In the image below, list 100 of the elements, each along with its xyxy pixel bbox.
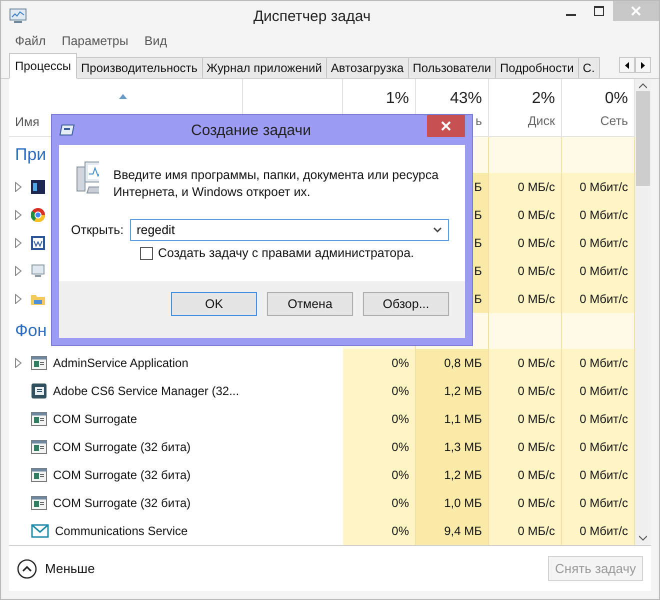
fewer-details-button[interactable]: Меньше bbox=[17, 558, 95, 578]
window-title: Диспетчер задач bbox=[252, 8, 372, 24]
table-cell: 0 МБ/с bbox=[489, 173, 562, 201]
close-icon bbox=[631, 6, 641, 16]
table-cell: 0% bbox=[343, 489, 416, 517]
table-cell: 0 МБ/с bbox=[489, 229, 562, 257]
window-icon bbox=[31, 440, 47, 454]
chevron-up-icon[interactable] bbox=[639, 83, 647, 89]
table-cell: 0 МБ/с bbox=[489, 489, 562, 517]
column-header[interactable]: Сеть bbox=[600, 114, 628, 128]
column-header[interactable]: Имя bbox=[15, 115, 40, 129]
table-cell: 0 МБ/с bbox=[489, 349, 562, 377]
scrollbar-thumb[interactable] bbox=[636, 91, 650, 186]
close-button[interactable] bbox=[427, 115, 465, 137]
scroll-left-button[interactable] bbox=[619, 57, 635, 73]
tab[interactable]: Процессы bbox=[9, 53, 78, 79]
column-percent: 1% bbox=[386, 90, 409, 108]
process-name: COM Surrogate (32 бита) bbox=[53, 496, 191, 510]
column-percent: 0% bbox=[604, 90, 628, 108]
table-cell: 0 МБ/с bbox=[489, 461, 562, 489]
tab[interactable]: Подробности bbox=[495, 57, 579, 78]
expand-arrow-icon[interactable] bbox=[15, 210, 22, 220]
table-cell: 9,4 МБ bbox=[416, 517, 489, 545]
process-name: COM Surrogate (32 бита) bbox=[53, 440, 191, 454]
menu-item[interactable]: Вид bbox=[144, 34, 167, 53]
table-cell: 0% bbox=[343, 517, 416, 545]
process-name: AdminService Application bbox=[53, 356, 188, 370]
app-icon bbox=[9, 8, 27, 24]
table-cell: 0 МБ/с bbox=[489, 201, 562, 229]
minimize-icon bbox=[566, 14, 576, 16]
chevron-down-icon[interactable] bbox=[639, 535, 647, 541]
table-cell: 0 Мбит/с bbox=[562, 257, 635, 285]
table-cell: 0 Мбит/с bbox=[562, 461, 635, 489]
document-icon bbox=[31, 236, 45, 250]
table-cell: 0 МБ/с bbox=[489, 405, 562, 433]
checkbox-label: Создать задачу с правами администратора. bbox=[158, 246, 414, 260]
table-cell: 0 Мбит/с bbox=[562, 405, 635, 433]
table-cell: 1,2 МБ bbox=[416, 377, 489, 405]
menu-item[interactable]: Файл bbox=[15, 34, 46, 53]
dialog-button[interactable]: Обзор... bbox=[363, 292, 449, 316]
window-icon bbox=[31, 412, 47, 426]
window-icon bbox=[31, 468, 47, 482]
process-name: COM Surrogate (32 бита) bbox=[53, 468, 191, 482]
envelope-icon bbox=[31, 524, 49, 538]
expand-arrow-icon[interactable] bbox=[15, 266, 22, 276]
column-header[interactable]: Диск bbox=[528, 114, 555, 128]
checkbox[interactable] bbox=[140, 246, 153, 260]
process-name: COM Surrogate bbox=[53, 412, 138, 426]
table-cell: 0 Мбит/с bbox=[562, 285, 635, 313]
caret-right-icon bbox=[641, 62, 645, 68]
table-cell: 0% bbox=[343, 405, 416, 433]
field-label: Открыть: bbox=[71, 223, 124, 237]
column-header[interactable]: ь bbox=[475, 114, 482, 128]
table-cell: 0 Мбит/с bbox=[562, 489, 635, 517]
tab[interactable]: Производительность bbox=[76, 57, 202, 78]
window-icon bbox=[31, 383, 47, 399]
run-icon bbox=[59, 124, 75, 136]
table-cell: 0% bbox=[343, 349, 416, 377]
table-cell: 0 МБ/с bbox=[489, 377, 562, 405]
dialog-button[interactable]: Отмена bbox=[267, 292, 353, 316]
chevron-up-circle-icon bbox=[17, 558, 37, 578]
table-cell: 0 Мбит/с bbox=[562, 201, 635, 229]
table-cell: 0 МБ/с bbox=[489, 285, 562, 313]
process-name: Communications Service bbox=[55, 524, 188, 538]
tab[interactable]: Пользователи bbox=[408, 57, 496, 78]
table-cell: 0 МБ/с bbox=[489, 517, 562, 545]
table-cell: 0 Мбит/с bbox=[562, 229, 635, 257]
table-cell: 0 Мбит/с bbox=[562, 349, 635, 377]
table-cell: 1,0 МБ bbox=[416, 489, 489, 517]
tab[interactable]: Автозагрузка bbox=[326, 57, 409, 78]
table-cell: 0% bbox=[343, 461, 416, 489]
app-icon bbox=[31, 180, 45, 194]
scroll-right-button[interactable] bbox=[635, 57, 651, 73]
table-cell: 0 Мбит/с bbox=[562, 173, 635, 201]
expand-arrow-icon[interactable] bbox=[15, 182, 22, 192]
process-name: Adobe CS6 Service Manager (32... bbox=[53, 384, 240, 398]
table-cell: 0 МБ/с bbox=[489, 433, 562, 461]
table-cell: 1,2 МБ bbox=[416, 461, 489, 489]
tab[interactable]: Журнал приложений bbox=[202, 57, 327, 78]
browser-icon bbox=[31, 208, 45, 222]
tab[interactable]: С. bbox=[578, 57, 600, 78]
menu-item[interactable]: Параметры bbox=[62, 34, 128, 53]
expand-arrow-icon[interactable] bbox=[15, 294, 22, 304]
group-title: Фон bbox=[14, 321, 48, 341]
dialog-button[interactable]: OK bbox=[171, 292, 257, 316]
folder-icon bbox=[31, 292, 45, 306]
caret-left-icon bbox=[625, 62, 629, 68]
open-field[interactable]: regedit bbox=[130, 219, 449, 241]
expand-arrow-icon[interactable] bbox=[15, 358, 22, 368]
table-cell: 0% bbox=[343, 377, 416, 405]
close-icon bbox=[441, 121, 451, 131]
table-cell: 1,1 МБ bbox=[416, 405, 489, 433]
table-cell: 1,3 МБ bbox=[416, 433, 489, 461]
expand-arrow-icon[interactable] bbox=[15, 238, 22, 248]
table-cell: 0 Мбит/с bbox=[562, 377, 635, 405]
table-cell: 0 Мбит/с bbox=[562, 433, 635, 461]
maximize-icon bbox=[594, 6, 604, 16]
window-icon bbox=[31, 496, 47, 510]
group-title: При bbox=[14, 145, 48, 165]
scrollbar[interactable] bbox=[635, 79, 651, 545]
